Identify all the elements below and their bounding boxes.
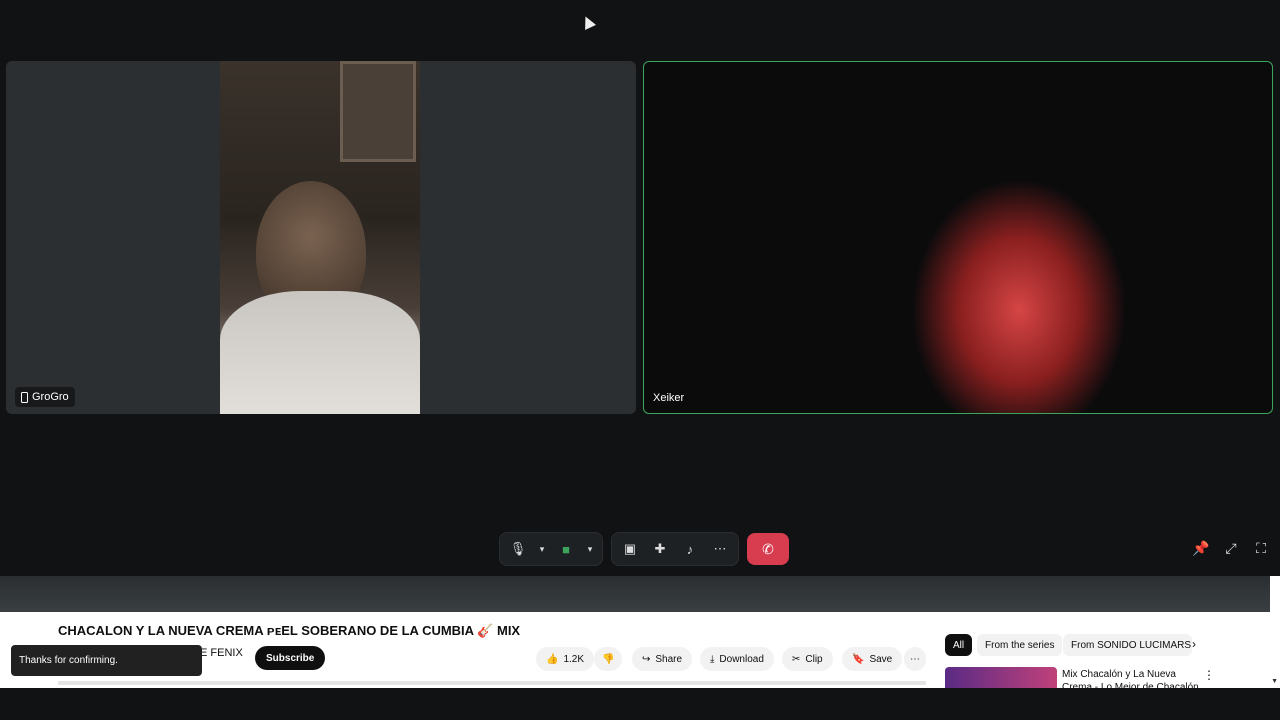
scissors-icon: ✂ (792, 653, 801, 665)
chevron-down-icon[interactable]: ▾ (534, 535, 550, 563)
participant-name: GroGro (32, 391, 69, 403)
clip-button[interactable]: ✂ Clip (782, 647, 833, 671)
bottom-bar (0, 688, 1280, 720)
download-icon: ⤓ (710, 653, 715, 665)
download-button[interactable]: ⤓ Download (700, 647, 774, 671)
more-icon[interactable]: ⋯ (706, 535, 734, 563)
more-icon: ⋯ (910, 653, 920, 665)
download-label: Download (719, 653, 764, 665)
recommended-title[interactable]: Mix Chacalón y La Nueva Crema - Lo Mejor… (1062, 668, 1202, 688)
pin-icon[interactable]: 📌 (1192, 540, 1209, 556)
toast-notification: Thanks for confirming. (11, 645, 202, 676)
chevron-right-icon[interactable]: › (1192, 637, 1196, 651)
participant-name-tag: GroGro (15, 387, 75, 407)
save-label: Save (869, 653, 893, 665)
participant-tile-grogro[interactable]: GroGro (6, 61, 636, 414)
soundboard-icon[interactable]: ♪ (676, 535, 704, 563)
chip-from-channel[interactable]: From SONIDO LUCIMARS (1063, 634, 1192, 656)
recommended-thumbnail[interactable] (945, 667, 1057, 688)
like-count: 1.2K (563, 653, 585, 665)
clip-label: Clip (805, 653, 823, 665)
thumbs-down-icon: 👎 (602, 653, 615, 665)
participant-name: Xeiker (653, 392, 685, 404)
hangup-icon[interactable]: ✆ (747, 533, 789, 565)
chip-from-series[interactable]: From the series (977, 634, 1063, 656)
subscribe-button[interactable]: Subscribe (255, 646, 326, 670)
screen-share-icon[interactable]: ▣ (616, 535, 644, 563)
save-button[interactable]: 🔖 Save (842, 647, 903, 671)
phone-icon (21, 391, 28, 403)
video-title: CHACALON Y LA NUEVA CREMA ᴘᴇEL SOBERANO … (58, 623, 521, 638)
fullscreen-icon[interactable]: ⛶ (1253, 540, 1269, 556)
youtube-player-area (0, 576, 1270, 612)
wall-picture (340, 61, 416, 162)
share-label: Share (655, 653, 683, 665)
description-box[interactable] (58, 681, 926, 685)
channel-name[interactable]: E FENIX (200, 647, 243, 659)
chevron-down-icon[interactable]: ▾ (582, 535, 598, 563)
scrollbar[interactable] (1270, 576, 1280, 688)
activity-group: ▣ ✚ ♪ ⋯ (611, 532, 739, 566)
scroll-down-arrow-icon[interactable]: ▼ (1271, 678, 1278, 685)
thumbs-up-icon: 👍 (546, 653, 559, 665)
participant-video (914, 182, 1124, 413)
gamepad-icon[interactable]: ✚ (646, 535, 674, 563)
participant-video (220, 61, 420, 414)
kebab-menu-icon[interactable]: ⋮ (1203, 668, 1215, 682)
like-button[interactable]: 👍 1.2K (536, 647, 595, 671)
dislike-button[interactable]: 👎 (594, 647, 623, 671)
call-controls: 🎙 ▾ ■ ▾ ▣ ✚ ♪ ⋯ ✆ (499, 532, 789, 566)
popout-icon[interactable]: ⤢ (1223, 540, 1239, 556)
bookmark-icon: 🔖 (852, 653, 865, 665)
camera-icon[interactable]: ■ (552, 535, 580, 563)
chip-all[interactable]: All (945, 634, 973, 656)
share-button[interactable]: ↪ Share (632, 647, 693, 671)
participant-tile-xeiker[interactable]: Xeiker (643, 61, 1273, 414)
mouse-cursor (580, 14, 596, 30)
more-actions-button[interactable]: ⋯ (904, 647, 926, 671)
mic-icon[interactable]: 🎙 (504, 535, 532, 563)
participant-shirt (220, 291, 420, 414)
view-controls: 📌 ⤢ ⛶ (1192, 540, 1269, 556)
audio-video-group: 🎙 ▾ ■ ▾ (499, 532, 603, 566)
share-icon: ↪ (642, 653, 651, 665)
